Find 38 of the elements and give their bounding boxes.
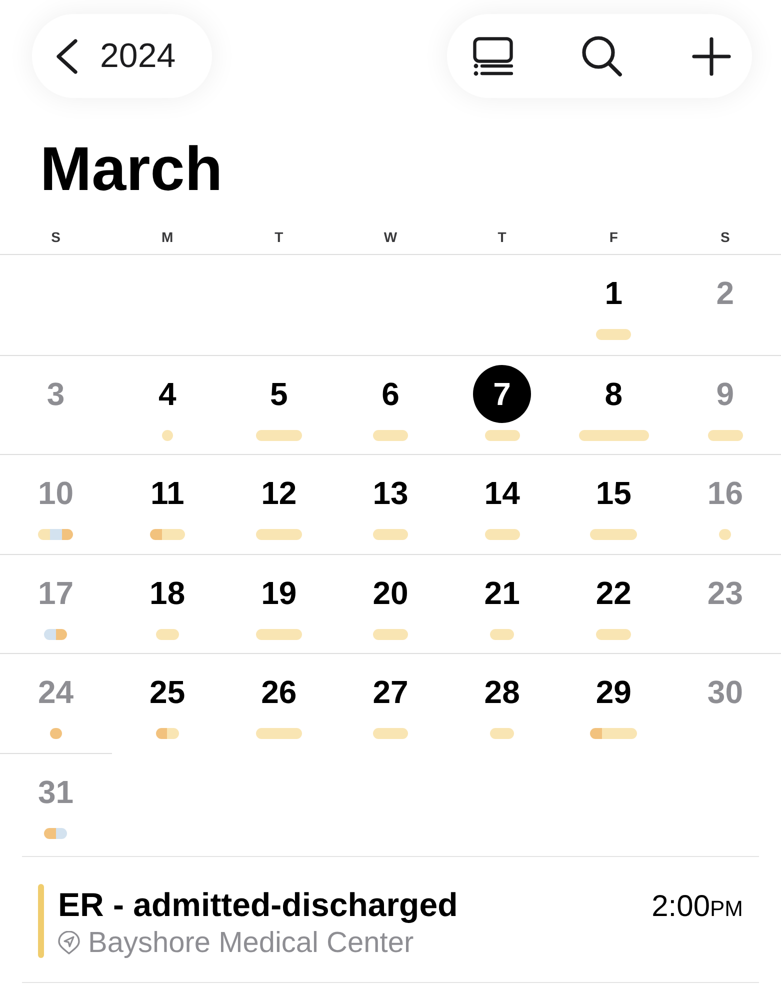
day-number[interactable]: 27 xyxy=(372,676,408,708)
weekday-label: M xyxy=(162,230,174,244)
back-button[interactable]: 2024 xyxy=(32,14,212,98)
weekday-label: W xyxy=(384,230,398,244)
weekday-label: S xyxy=(720,230,730,244)
day-number[interactable]: 25 xyxy=(150,676,186,708)
day-number[interactable]: 4 xyxy=(158,378,176,410)
list-view-icon xyxy=(473,36,513,76)
day-number[interactable]: 29 xyxy=(596,676,632,708)
event-time: 2:00PM xyxy=(652,892,743,922)
weekday-label: T xyxy=(498,230,506,244)
day-number[interactable]: 14 xyxy=(484,477,520,510)
day-number[interactable]: 21 xyxy=(484,576,520,609)
event-location: Bayshore Medical Center xyxy=(88,928,414,958)
weekday-label: F xyxy=(609,230,618,244)
chevron-left-icon xyxy=(56,38,78,74)
month-title: March xyxy=(40,139,223,201)
weekday-label: S xyxy=(51,230,60,244)
day-number[interactable]: 5 xyxy=(270,378,288,410)
day-number[interactable]: 7 xyxy=(473,364,532,423)
event-title[interactable]: ER - admitted-discharged xyxy=(58,888,458,921)
day-number[interactable]: 26 xyxy=(261,676,297,708)
day-number[interactable]: 8 xyxy=(604,378,623,410)
day-number[interactable]: 12 xyxy=(261,477,297,510)
day-number[interactable]: 11 xyxy=(150,477,184,510)
search-icon xyxy=(582,36,622,76)
day-number[interactable]: 20 xyxy=(372,576,408,609)
day-number[interactable]: 15 xyxy=(596,477,632,510)
day-number[interactable]: 13 xyxy=(372,477,408,510)
day-number[interactable]: 1 xyxy=(604,277,623,309)
location-pin-icon xyxy=(58,931,80,956)
weekday-label: T xyxy=(274,230,284,244)
plus-icon xyxy=(692,36,730,76)
day-number[interactable]: 18 xyxy=(150,576,186,609)
day-number[interactable]: 19 xyxy=(261,576,297,609)
day-number[interactable]: 28 xyxy=(484,676,520,708)
day-number[interactable]: 22 xyxy=(596,576,632,609)
day-number[interactable]: 6 xyxy=(382,378,400,410)
